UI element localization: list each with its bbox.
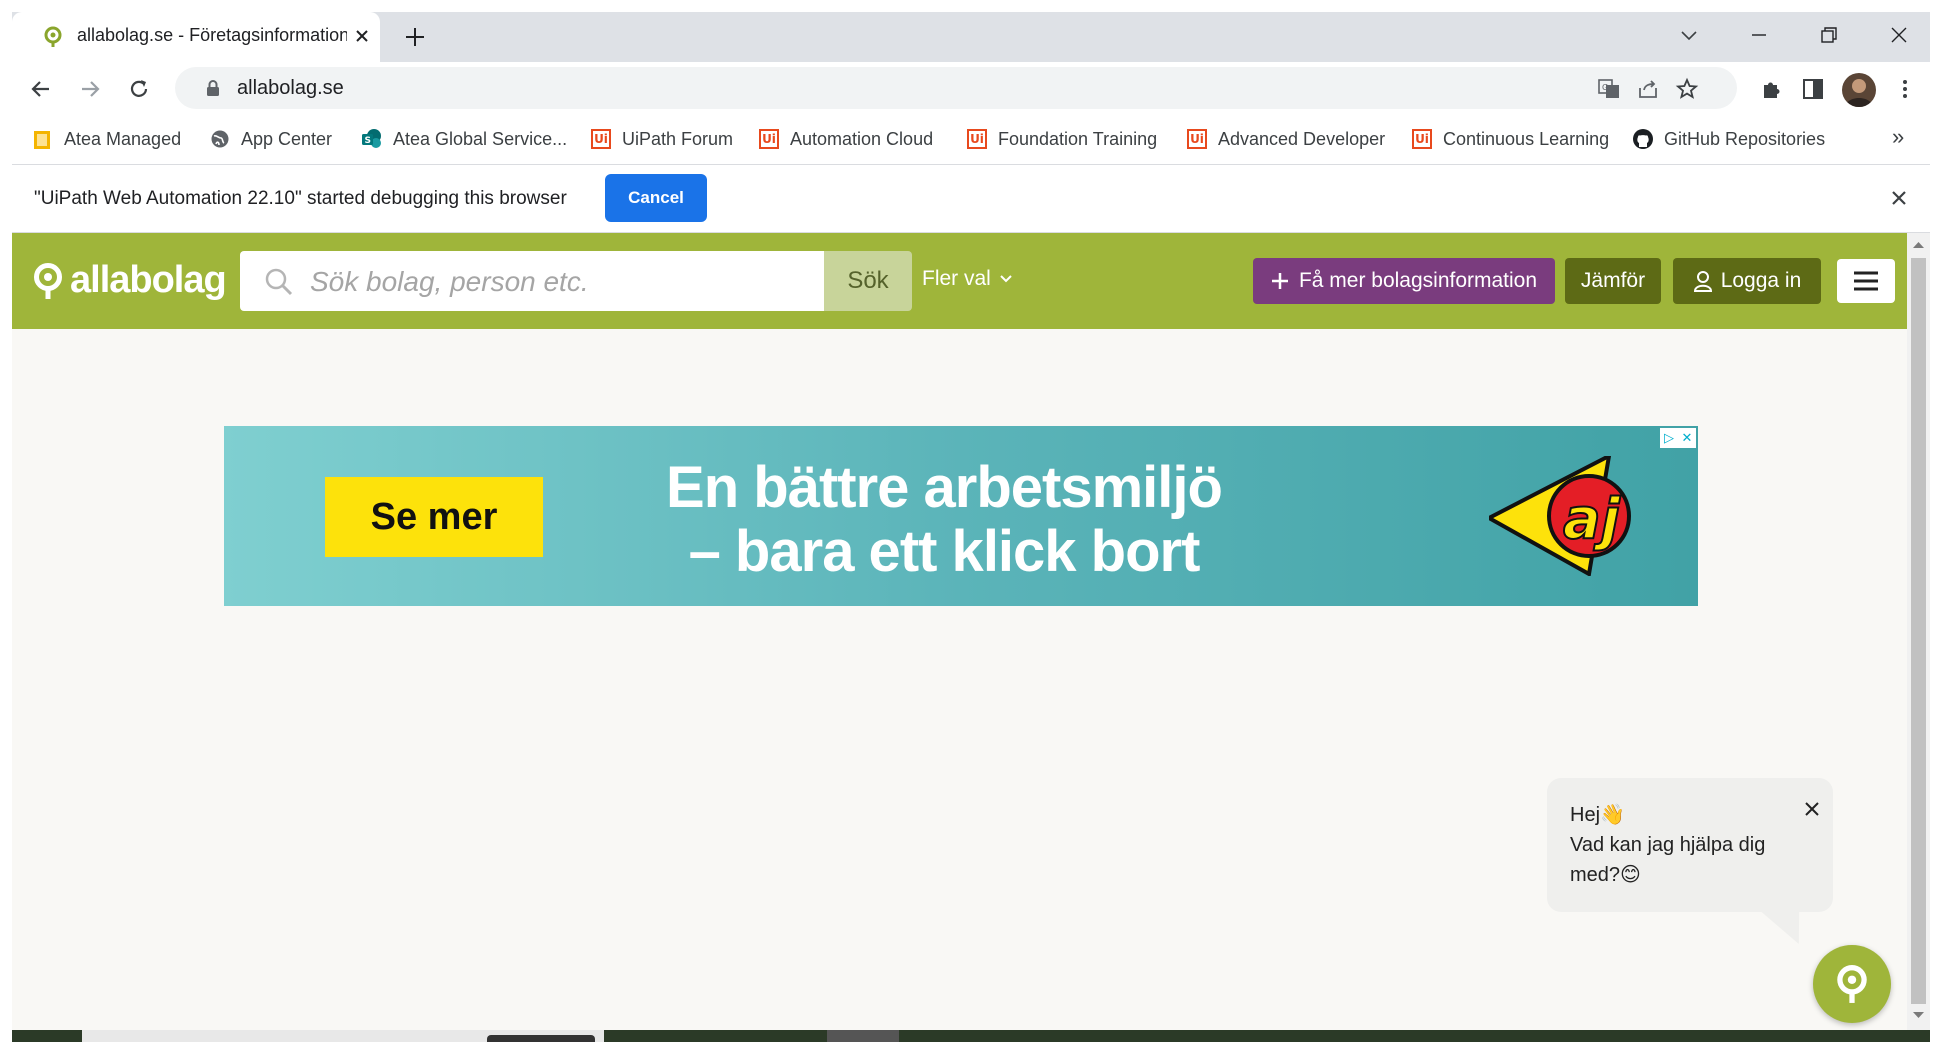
address-bar[interactable]: allabolag.se G [175, 67, 1737, 109]
compare-label: Jämför [1580, 269, 1646, 292]
uipath-icon: Ui [758, 128, 780, 150]
bookmarks-bar: Atea Managed App Center S Atea Global Se… [12, 114, 1930, 165]
github-icon [1632, 128, 1654, 150]
close-window-icon[interactable] [1884, 20, 1914, 50]
forward-arrow-icon[interactable] [77, 76, 103, 102]
folder-icon [32, 128, 54, 150]
bookmark-continuous-learning[interactable]: Ui Continuous Learning [1411, 126, 1609, 152]
chrome-menu-icon[interactable] [1892, 76, 1918, 102]
sharepoint-icon: S [361, 128, 383, 150]
aj-brand-logo: aj [1489, 456, 1659, 576]
extensions-puzzle-icon[interactable] [1759, 76, 1785, 102]
chat-message: Hej👋 Vad kan jag hjälpa dig med?😊 [1570, 800, 1800, 890]
translate-icon[interactable]: G [1597, 77, 1621, 101]
advertisement-banner[interactable]: Se mer En bättre arbetsmiljö – bara ett … [224, 426, 1698, 606]
allabolag-favicon-icon [42, 26, 64, 48]
location-pin-icon [32, 262, 64, 300]
browser-toolbar: allabolag.se G [12, 62, 1930, 114]
bookmark-star-icon[interactable] [1675, 77, 1699, 101]
more-options-dropdown[interactable]: Fler val [922, 267, 1013, 291]
bookmark-app-center[interactable]: App Center [209, 126, 332, 152]
chat-bubble-tail [1759, 910, 1819, 944]
restore-icon[interactable] [1814, 20, 1844, 50]
search-box [240, 251, 824, 311]
bookmark-github-repositories[interactable]: GitHub Repositories [1632, 126, 1825, 152]
svg-text:aj: aj [1563, 487, 1621, 552]
ad-see-more-button[interactable]: Se mer [325, 477, 543, 557]
lock-icon[interactable] [205, 79, 221, 97]
ad-close-icon[interactable]: ✕ [1678, 428, 1696, 448]
scrollbar-thumb[interactable] [1911, 258, 1926, 1004]
more-options-label: Fler val [922, 267, 991, 290]
chat-launcher-button[interactable] [1813, 945, 1891, 1023]
bookmark-atea-global-service[interactable]: S Atea Global Service... [361, 126, 567, 152]
bookmark-automation-cloud[interactable]: Ui Automation Cloud [758, 126, 933, 152]
reload-icon[interactable] [126, 76, 152, 102]
tab-title: allabolag.se - Företagsinformation [77, 25, 347, 45]
bookmark-foundation-training[interactable]: Ui Foundation Training [966, 126, 1157, 152]
search-input[interactable] [308, 261, 802, 303]
bookmark-uipath-forum[interactable]: Ui UiPath Forum [590, 126, 733, 152]
uipath-icon: Ui [590, 128, 612, 150]
url-text: allabolag.se [237, 77, 344, 99]
chevron-down-icon [999, 274, 1013, 284]
ad-headline: En bättre arbetsmiljö – bara ett klick b… [666, 455, 1223, 584]
profile-avatar[interactable] [1842, 73, 1876, 107]
tab-search-chevron-icon[interactable] [1674, 20, 1704, 50]
taskbar-app[interactable] [827, 1030, 899, 1042]
user-icon [1693, 270, 1713, 292]
scroll-up-arrow-icon[interactable] [1913, 241, 1924, 249]
ad-info-icon[interactable]: ▷ [1660, 428, 1678, 448]
login-label: Logga in [1720, 269, 1802, 292]
site-header: allabolag Sök Fler val Få mer bolagsinfo… [12, 233, 1907, 329]
uipath-icon: Ui [1411, 128, 1433, 150]
svg-text:G: G [1602, 83, 1608, 92]
compare-button[interactable]: Jämför [1565, 258, 1661, 304]
page-scrollbar[interactable] [1907, 233, 1930, 1030]
ad-choices[interactable]: ▷ ✕ [1660, 428, 1696, 448]
chat-close-icon[interactable] [1803, 800, 1821, 818]
back-arrow-icon[interactable] [28, 76, 54, 102]
minimize-icon[interactable] [1744, 20, 1774, 50]
search-icon [264, 267, 294, 297]
more-company-info-button[interactable]: Få mer bolagsinformation [1253, 258, 1555, 304]
os-taskbar [12, 1030, 1930, 1042]
side-panel-icon[interactable] [1800, 76, 1826, 102]
bookmark-advanced-developer[interactable]: Ui Advanced Developer [1186, 126, 1385, 152]
uipath-icon: Ui [966, 128, 988, 150]
plus-icon [1271, 272, 1289, 290]
chat-question: Vad kan jag hjälpa dig med?😊 [1570, 834, 1766, 886]
more-company-info-label: Få mer bolagsinformation [1298, 269, 1538, 292]
bookmarks-overflow-chevron[interactable]: » [1892, 124, 1904, 150]
share-icon[interactable] [1636, 77, 1660, 101]
allabolag-logo[interactable]: allabolag [32, 259, 227, 302]
web-page: allabolag Sök Fler val Få mer bolagsinfo… [12, 233, 1907, 1030]
scroll-down-arrow-icon[interactable] [1913, 1011, 1924, 1019]
browser-tab[interactable]: allabolag.se - Företagsinformation [12, 12, 380, 62]
new-tab-icon[interactable] [400, 22, 430, 52]
hamburger-icon [1853, 271, 1879, 291]
infobar-message: "UiPath Web Automation 22.10" started de… [34, 188, 567, 209]
bookmark-atea-managed[interactable]: Atea Managed [32, 126, 181, 152]
svg-text:S: S [365, 136, 371, 146]
cancel-debugging-button[interactable]: Cancel [605, 174, 707, 222]
uipath-icon: Ui [1186, 128, 1208, 150]
search-button[interactable]: Sök [824, 251, 912, 311]
globe-icon [209, 128, 231, 150]
chat-greeting-bubble: Hej👋 Vad kan jag hjälpa dig med?😊 [1547, 778, 1833, 944]
login-button[interactable]: Logga in [1673, 258, 1821, 304]
taskbar-search-button[interactable] [487, 1035, 595, 1042]
debugging-infobar: "UiPath Web Automation 22.10" started de… [12, 165, 1930, 233]
tab-close-icon[interactable] [350, 24, 374, 48]
hamburger-menu-button[interactable] [1837, 259, 1895, 303]
chat-greeting: Hej👋 [1570, 804, 1625, 826]
logo-text: allabolag [70, 259, 227, 301]
location-pin-icon [1835, 964, 1869, 1004]
close-infobar-icon[interactable] [1888, 187, 1910, 209]
